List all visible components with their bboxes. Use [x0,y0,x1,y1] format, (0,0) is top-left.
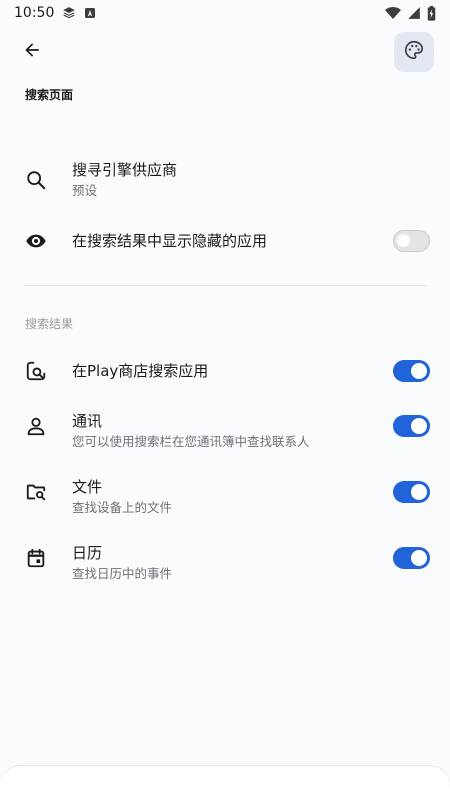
show-hidden-apps-title: 在搜索结果中显示隐藏的应用 [72,232,268,250]
back-button[interactable] [12,32,52,72]
person-icon [24,414,48,438]
page-title: 搜索页面 [25,88,74,102]
folder-search-icon [24,480,48,504]
calendar-title: 日历 [72,544,103,562]
eye-icon [24,229,48,253]
status-left: 10:50 [14,5,96,21]
status-right [385,5,436,21]
search-engine-provider-value: 预设 [72,183,98,198]
switch-knob [411,484,427,500]
files-row[interactable]: 文件 查找设备上的文件 [0,472,450,524]
play-store-search-row[interactable]: 在Play商店搜索应用 [0,352,450,390]
bottom-sheet-peek[interactable] [0,766,450,806]
files-text: 文件 查找设备上的文件 [72,477,360,517]
calendar-icon [24,546,48,570]
switch-knob [411,418,427,434]
play-store-search-title: 在Play商店搜索应用 [72,362,209,380]
calendar-text: 日历 查找日历中的事件 [72,543,360,583]
contacts-title: 通讯 [72,412,103,430]
status-time: 10:50 [14,5,55,21]
contacts-row[interactable]: 通讯 您可以使用搜索栏在您通讯簿中查找联系人 [0,406,450,458]
calendar-row[interactable]: 日历 查找日历中的事件 [0,538,450,590]
play-store-search-text: 在Play商店搜索应用 [72,361,360,381]
palette-icon [403,39,425,65]
store-search-icon [24,359,48,383]
play-store-search-switch[interactable] [393,360,430,382]
top-app-bar [0,30,450,76]
contacts-subtitle: 您可以使用搜索栏在您通讯簿中查找联系人 [72,434,310,449]
wifi-icon [385,6,401,20]
theme-palette-button[interactable] [394,32,434,72]
switch-knob [397,234,410,247]
signal-icon [407,6,421,20]
search-engine-provider-title: 搜寻引擎供应商 [72,161,178,179]
search-results-section-label: 搜索结果 [25,317,74,331]
battery-icon [427,5,436,21]
status-bar: 10:50 [0,0,450,26]
calendar-subtitle: 查找日历中的事件 [72,566,173,581]
section-divider [24,285,426,286]
calendar-switch[interactable] [393,547,430,569]
switch-knob [411,363,427,379]
show-hidden-apps-text: 在搜索结果中显示隐藏的应用 [72,231,360,251]
search-icon [24,168,48,192]
arrow-back-icon [22,40,42,64]
contacts-switch[interactable] [393,415,430,437]
search-engine-provider-text: 搜寻引擎供应商 预设 [72,160,360,200]
files-switch[interactable] [393,481,430,503]
show-hidden-apps-switch[interactable] [393,230,430,252]
search-engine-provider-row[interactable]: 搜寻引擎供应商 预设 [0,154,450,206]
switch-knob [411,550,427,566]
layers-icon [62,6,76,20]
files-subtitle: 查找设备上的文件 [72,500,173,515]
app-notification-icon [84,7,96,19]
show-hidden-apps-row[interactable]: 在搜索结果中显示隐藏的应用 [0,222,450,260]
contacts-text: 通讯 您可以使用搜索栏在您通讯簿中查找联系人 [72,411,360,451]
files-title: 文件 [72,478,103,496]
